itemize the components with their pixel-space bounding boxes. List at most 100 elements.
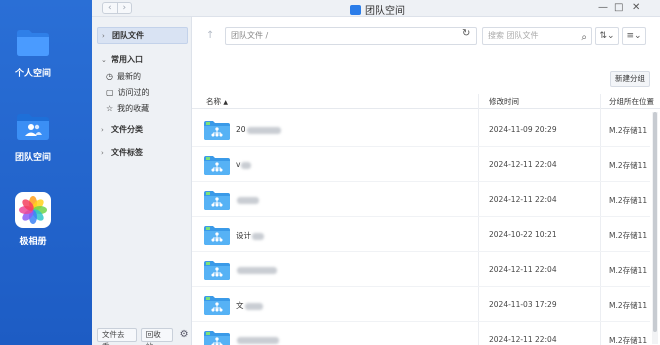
dock-app-personal-space[interactable]: 个人空间 [0,24,66,79]
dock-app-label: 极相册 [19,237,47,247]
sort-icon: ⇅⌄ [599,31,615,41]
window-title: 团队空间 [350,2,405,17]
sidebar-item-label: 常用入口 [111,55,143,64]
search-placeholder: 搜索 团队文件 [488,31,539,40]
sidebar-footer: 文件去重 回收站 ⚙ [97,328,191,345]
column-header-label: 名称 [206,97,221,106]
window-title-text: 团队空间 [365,6,405,17]
column-header-modified[interactable]: 修改时间 [489,96,519,107]
group-folder-icon [204,155,230,175]
table-row[interactable]: v 2024-12-11 22:04 M.2存储11 [192,147,650,182]
toolbar: ↑ 团队文件 / ↻ 搜索 团队文件 ⌕ ⇅⌄ ≡⌄ [192,17,660,55]
file-name: v [236,160,252,169]
dock-app-label: 团队空间 [14,153,51,163]
scrollbar[interactable] [652,112,658,344]
file-name: 20 [236,125,281,134]
redacted-text [241,161,252,169]
desktop-dock: 个人空间 团队空间 极相册 [0,0,92,345]
sidebar-item-label: 访问过的 [117,87,150,97]
sidebar-item-visited[interactable]: ▢ 访问过的 [106,85,150,99]
history-nav: ‹ › [102,2,132,14]
file-modified-time: 2024-10-22 10:21 [489,230,557,239]
recycle-bin-button[interactable]: 回收站 [140,328,174,345]
sort-asc-icon: ▲ [223,99,229,106]
view-mode-button[interactable]: ≡⌄ [622,27,646,45]
team-folder-icon [15,108,51,144]
sidebar-item-label: 我的收藏 [117,103,150,113]
sort-button[interactable]: ⇅⌄ [595,27,619,45]
chevron-down-icon: ⌄ [101,55,107,64]
group-folder-icon [204,225,230,245]
file-name-text: v [236,160,241,169]
file-manager-window: ‹ › 团队空间 — □ ✕ › 团队文件 ⌄ 常用入口 ◷ 最新的 ▢ 访问过… [92,0,660,345]
sidebar-item-label: 文件分类 [111,125,143,134]
sidebar-item-categories[interactable]: › 文件分类 [97,121,188,138]
up-arrow-icon[interactable]: ↑ [206,30,214,41]
redacted-text [237,266,277,274]
group-folder-icon [204,260,230,280]
table-row[interactable]: 20 2024-11-09 20:29 M.2存储11 [192,112,650,147]
sidebar-item-label: 文件标签 [111,148,143,157]
history-icon: ▢ [106,87,114,97]
column-header-partition[interactable]: 分组所在位置 [609,96,654,107]
chevron-right-icon: › [102,31,105,40]
minimize-button[interactable]: — [598,2,608,13]
scrollbar-thumb[interactable] [653,112,657,332]
chevron-right-icon: › [101,148,104,157]
file-name [236,195,259,204]
path-bar[interactable]: 团队文件 / [225,27,477,45]
search-input[interactable]: 搜索 团队文件 ⌕ [482,27,592,45]
file-partition: M.2存储11 [609,336,648,345]
sidebar-item-team-files[interactable]: › 团队文件 [97,27,188,44]
file-modified-time: 2024-11-09 20:29 [489,125,557,134]
dedupe-button[interactable]: 文件去重 [97,328,137,345]
team-space-icon [350,4,361,15]
group-folder-icon [204,295,230,315]
refresh-icon[interactable]: ↻ [462,28,470,39]
file-name [236,335,279,344]
group-folder-icon [204,120,230,140]
group-folder-icon [204,190,230,210]
file-partition: M.2存储11 [609,126,648,135]
dock-app-photo-album[interactable]: 极相册 [0,192,66,247]
redacted-text [252,232,264,240]
column-header-name[interactable]: 名称 ▲ [206,96,228,107]
redacted-text [237,336,279,344]
table-row[interactable]: 2024-12-11 22:04 M.2存储11 [192,252,650,287]
photos-icon [15,192,51,228]
file-partition: M.2存储11 [609,161,648,170]
table-row[interactable]: 设计 2024-10-22 10:21 M.2存储11 [192,217,650,252]
redacted-text [246,126,281,134]
folder-icon [15,24,51,60]
new-group-button[interactable]: 新建分组 [610,71,650,87]
file-name-text: 文 [236,301,244,310]
maximize-button[interactable]: □ [614,2,623,13]
dock-app-team-space[interactable]: 团队空间 [0,108,66,163]
group-folder-icon [204,330,230,345]
file-name: 文 [236,300,263,311]
file-partition: M.2存储11 [609,266,648,275]
table-row[interactable]: 2024-12-11 22:04 M.2存储11 [192,182,650,217]
table-row[interactable]: 2024-12-11 22:04 M.2存储11 [192,322,650,345]
close-button[interactable]: ✕ [632,2,640,13]
table-row[interactable]: 文 2024-11-03 17:29 M.2存储11 [192,287,650,322]
sidebar-item-common[interactable]: ⌄ 常用入口 [97,51,188,68]
sidebar-item-favorites[interactable]: ☆ 我的收藏 [106,101,149,115]
file-partition: M.2存储11 [609,196,648,205]
back-button[interactable]: ‹ [103,3,118,13]
file-modified-time: 2024-12-11 22:04 [489,195,557,204]
file-name: 设计 [236,230,264,241]
sidebar-item-tags[interactable]: › 文件标签 [97,144,188,161]
redacted-text [244,302,263,310]
file-name-text: 20 [236,125,246,134]
file-name-text: 设计 [236,231,251,240]
main-content: ↑ 团队文件 / ↻ 搜索 团队文件 ⌕ ⇅⌄ ≡⌄ 新建分组 名称 ▲ 修改时… [192,17,660,345]
forward-button[interactable]: › [118,3,132,13]
sidebar-item-recent[interactable]: ◷ 最新的 [106,69,141,83]
file-name [236,265,277,274]
file-modified-time: 2024-12-11 22:04 [489,160,557,169]
file-partition: M.2存储11 [609,301,648,310]
gear-icon[interactable]: ⚙ [177,328,191,342]
sidebar: › 团队文件 ⌄ 常用入口 ◷ 最新的 ▢ 访问过的 ☆ 我的收藏 › 文件分类… [92,17,192,345]
dock-app-label: 个人空间 [14,69,51,79]
